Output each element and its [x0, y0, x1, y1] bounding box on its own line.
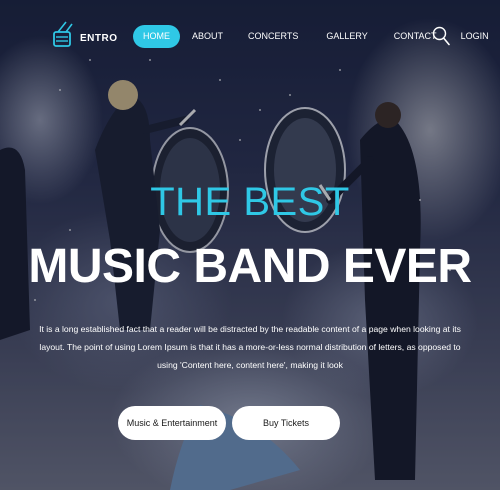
- buy-tickets-button[interactable]: Buy Tickets: [232, 406, 340, 440]
- hero-description: It is a long established fact that a rea…: [39, 324, 461, 370]
- brand-name: ENTRO: [80, 32, 118, 44]
- hero-section: ENTRO HOME ABOUT CONCERTS GALLERY CONTAC…: [0, 0, 500, 490]
- nav-item-login[interactable]: LOGIN: [451, 25, 499, 48]
- hero-kicker: THE BEST: [150, 180, 350, 224]
- music-entertainment-button[interactable]: Music & Entertainment: [118, 406, 226, 440]
- search-icon[interactable]: [432, 26, 450, 46]
- top-navigation: ENTRO HOME ABOUT CONCERTS GALLERY CONTAC…: [0, 0, 500, 72]
- hero-headline: MUSIC BAND EVER: [28, 240, 472, 293]
- brand-logo[interactable]: ENTRO: [52, 20, 118, 50]
- nav-item-about[interactable]: ABOUT: [182, 25, 233, 48]
- nav-item-home[interactable]: HOME: [133, 25, 180, 48]
- nav-item-concerts[interactable]: CONCERTS: [238, 25, 308, 48]
- nav-item-gallery[interactable]: GALLERY: [316, 25, 377, 48]
- drum-logo-icon: [53, 21, 73, 47]
